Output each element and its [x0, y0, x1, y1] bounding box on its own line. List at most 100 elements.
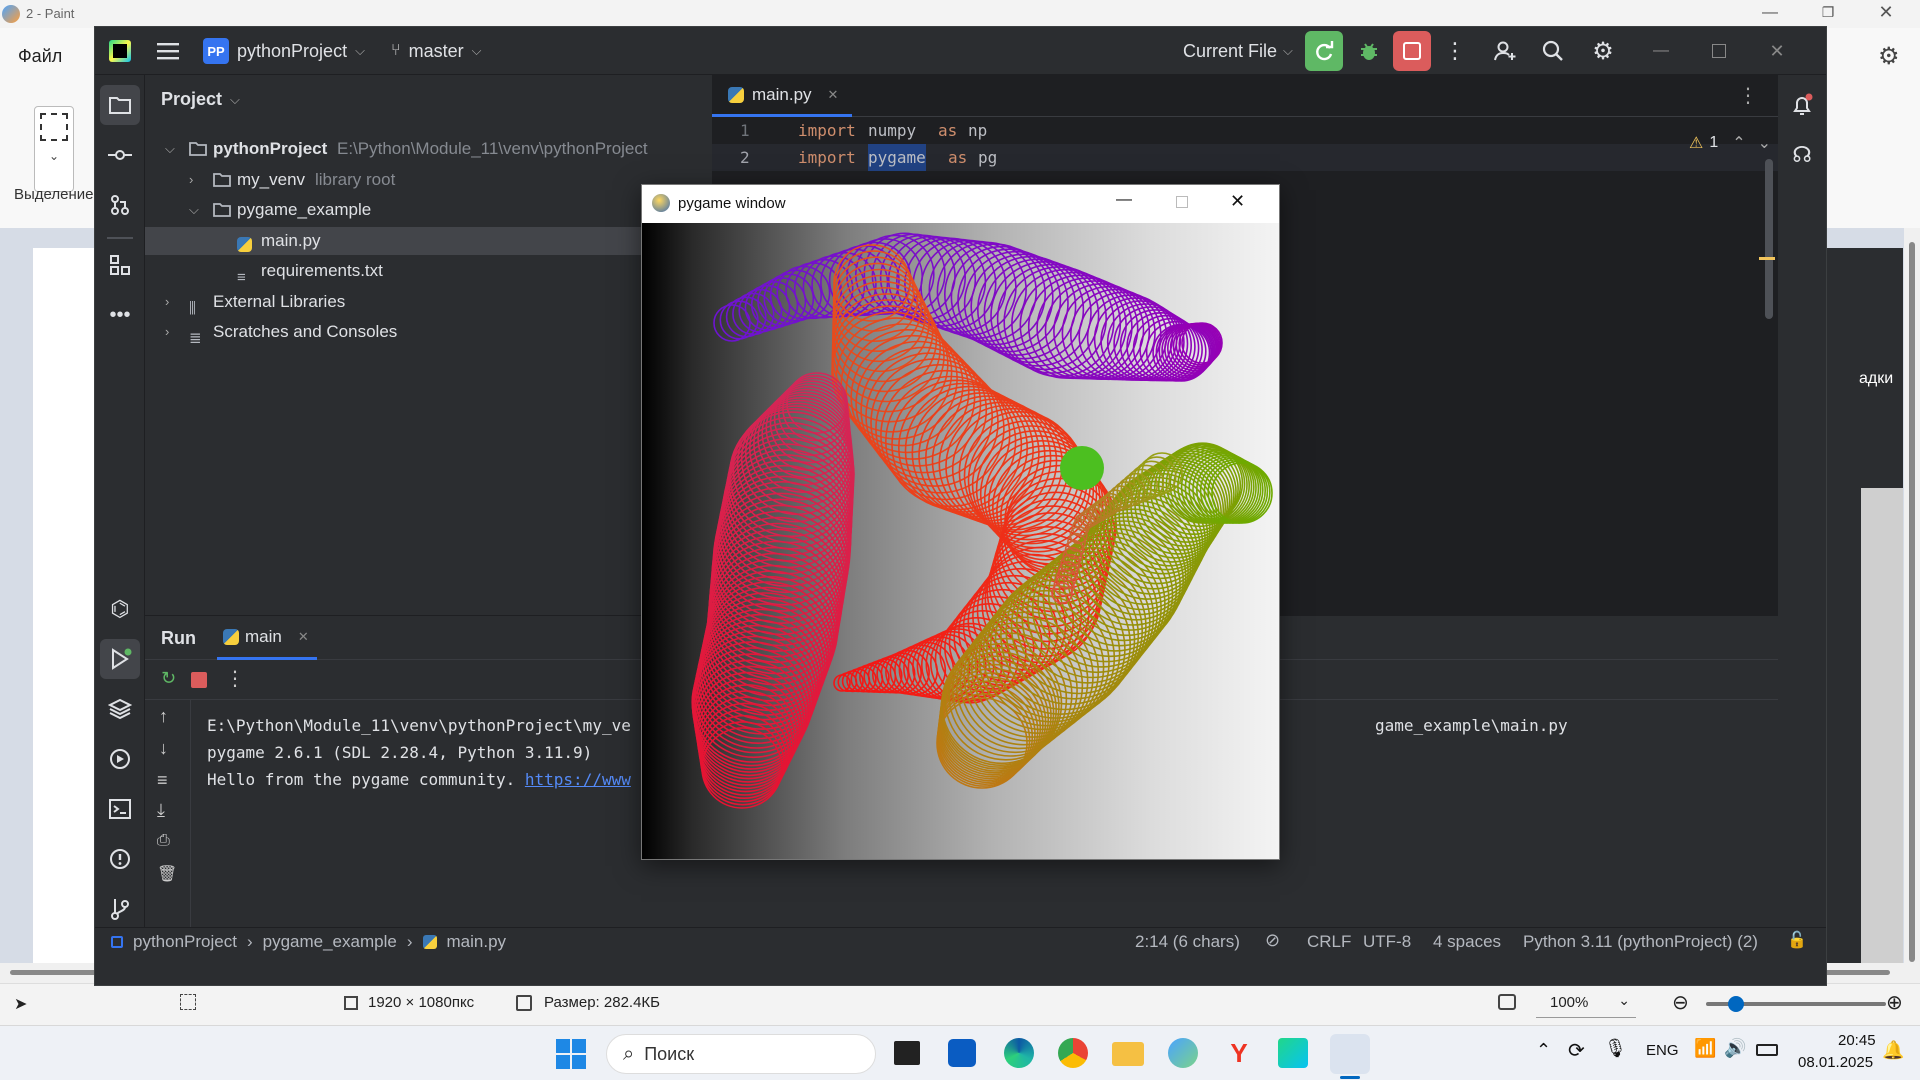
caret-position[interactable]: 2:14 (6 chars): [1135, 932, 1240, 952]
paint-vscrollbar[interactable]: [1904, 228, 1920, 983]
python-console-icon[interactable]: ⌬: [100, 589, 140, 629]
scroll-to-end-icon[interactable]: ⤓: [157, 800, 165, 821]
rerun-icon[interactable]: ↻: [161, 668, 176, 689]
language-indicator[interactable]: ENG: [1646, 1042, 1679, 1059]
paint-taskbar-icon[interactable]: [1168, 1038, 1198, 1068]
paint-settings-icon[interactable]: ⚙: [1878, 42, 1900, 71]
taskbar-search[interactable]: ⌕ Поиск: [606, 1034, 876, 1074]
pull-requests-icon[interactable]: [100, 185, 140, 225]
clock-date[interactable]: 08.01.2025: [1798, 1054, 1873, 1071]
store-icon[interactable]: [948, 1039, 976, 1067]
tree-item[interactable]: ⌵ pygame_example: [145, 196, 712, 224]
search-icon[interactable]: [1533, 31, 1573, 71]
tree-item[interactable]: ≡ requirements.txt: [145, 257, 712, 286]
zoom-slider[interactable]: [1706, 996, 1886, 1012]
add-user-icon[interactable]: [1485, 31, 1525, 71]
close-tab-icon[interactable]: ✕: [298, 629, 309, 645]
python-packages-icon[interactable]: [100, 689, 140, 729]
run-config-select[interactable]: Current File ⌵: [1183, 37, 1293, 65]
output-link[interactable]: https://www: [525, 770, 631, 789]
project-widget[interactable]: PP pythonProject ⌵: [203, 37, 365, 65]
rerun-button[interactable]: [1305, 31, 1343, 71]
zoom-slider-thumb[interactable]: [1728, 996, 1744, 1012]
chrome-icon[interactable]: [1058, 1038, 1088, 1068]
yandex-icon[interactable]: Y: [1224, 1038, 1254, 1068]
file-encoding[interactable]: UTF-8: [1363, 932, 1411, 952]
breadcrumb-item[interactable]: pygame_example: [263, 932, 397, 952]
paint-minimize-button[interactable]: —: [1758, 4, 1782, 22]
debug-button[interactable]: [1349, 31, 1389, 71]
chevron-down-icon[interactable]: ⌵: [165, 135, 175, 163]
wifi-icon[interactable]: 📶: [1694, 1038, 1716, 1059]
terminal-icon[interactable]: [100, 789, 140, 829]
zoom-in-icon[interactable]: ⊕: [1886, 990, 1903, 1015]
project-tool-button[interactable]: [100, 85, 140, 125]
battery-icon[interactable]: [1756, 1044, 1778, 1056]
structure-icon[interactable]: [100, 245, 140, 285]
chevron-right-icon[interactable]: ›: [189, 166, 193, 194]
sync-icon[interactable]: ⟳: [1568, 1038, 1585, 1063]
error-stripe-marker[interactable]: [1759, 257, 1775, 260]
vcs-widget[interactable]: ⑂ master ⌵: [391, 37, 481, 65]
chevron-right-icon[interactable]: ›: [165, 318, 169, 346]
chevron-down-icon[interactable]: ⌵: [189, 196, 199, 224]
interpreter-setting[interactable]: Python 3.11 (pythonProject) (2): [1523, 932, 1758, 952]
more-actions-icon[interactable]: ⋮: [1435, 31, 1475, 71]
breadcrumb-item[interactable]: pythonProject: [133, 932, 237, 952]
tree-item[interactable]: › ⫼ External Libraries: [145, 288, 712, 317]
editor-scrollbar[interactable]: [1765, 159, 1773, 319]
explorer-icon[interactable]: [1112, 1042, 1144, 1066]
edge-icon[interactable]: [1004, 1038, 1034, 1068]
paint-close-button[interactable]: ✕: [1874, 2, 1898, 22]
zoom-select[interactable]: 100% ⌄: [1536, 988, 1636, 1018]
pygame-close-button[interactable]: ✕: [1230, 191, 1245, 212]
chevron-up-icon[interactable]: ⌃: [1732, 133, 1745, 153]
chevron-right-icon[interactable]: ›: [165, 288, 169, 316]
notification-bell-icon[interactable]: 🔔: [1882, 1040, 1904, 1061]
tree-item[interactable]: main.py: [145, 226, 712, 255]
ide-close-button[interactable]: ✕: [1757, 31, 1797, 71]
more-actions-icon[interactable]: ⋮: [225, 666, 245, 691]
chevron-up-icon[interactable]: ⌃: [1536, 1040, 1551, 1061]
chevron-down-icon[interactable]: ⌄: [1758, 133, 1771, 153]
code-line[interactable]: 1 import numpy as np: [712, 117, 1778, 144]
start-button[interactable]: [556, 1039, 586, 1069]
pygame-titlebar[interactable]: pygame window — ✕: [642, 185, 1279, 223]
run-tab-main[interactable]: main ✕: [217, 616, 317, 660]
breadcrumb-item[interactable]: main.py: [447, 932, 507, 952]
ide-minimize-button[interactable]: —: [1641, 31, 1681, 71]
close-tab-icon[interactable]: ✕: [828, 87, 839, 103]
zoom-fit-icon[interactable]: [1498, 994, 1516, 1010]
run-output[interactable]: E:\Python\Module_11\venv\pythonProject\m…: [207, 712, 631, 793]
lock-icon[interactable]: 🔓: [1787, 930, 1807, 950]
more-tools-icon[interactable]: •••: [100, 295, 140, 335]
print-icon[interactable]: ⎙: [157, 832, 170, 850]
code-line-current[interactable]: 2 import pygame as pg: [712, 144, 1778, 171]
tree-item[interactable]: › my_venv library root: [145, 166, 712, 194]
scroll-down-icon[interactable]: ↓: [159, 738, 168, 759]
commit-icon[interactable]: [100, 135, 140, 175]
tree-item[interactable]: › ≣ Scratches and Consoles: [145, 318, 712, 347]
run-tool-button[interactable]: [100, 639, 140, 679]
problems-icon[interactable]: [100, 839, 140, 879]
pygame-canvas[interactable]: [642, 223, 1279, 859]
notifications-icon[interactable]: [1782, 85, 1822, 125]
task-view-icon[interactable]: [894, 1041, 920, 1065]
ai-assistant-icon[interactable]: ☊: [1782, 135, 1822, 175]
stop-button[interactable]: [1393, 31, 1431, 71]
volume-icon[interactable]: 🔊: [1724, 1038, 1746, 1059]
git-icon[interactable]: [100, 889, 140, 929]
pygame-window[interactable]: pygame window — ✕: [641, 184, 1280, 860]
editor-tab-main[interactable]: main.py ✕: [712, 75, 852, 117]
line-separator[interactable]: CRLF: [1307, 932, 1351, 952]
zoom-out-icon[interactable]: ⊖: [1672, 990, 1689, 1015]
soft-wrap-icon[interactable]: ≡: [157, 770, 168, 791]
services-icon[interactable]: [100, 739, 140, 779]
no-power-save-icon[interactable]: ⊘: [1265, 930, 1280, 951]
editor-more-icon[interactable]: ⋮: [1738, 83, 1758, 108]
indent-setting[interactable]: 4 spaces: [1433, 932, 1501, 952]
inspection-widget[interactable]: ⚠ 1 ⌃ ⌄: [1689, 133, 1771, 153]
scroll-up-icon[interactable]: ↑: [159, 706, 168, 727]
clock-time[interactable]: 20:45: [1838, 1032, 1876, 1049]
ide-maximize-button[interactable]: [1699, 31, 1739, 71]
